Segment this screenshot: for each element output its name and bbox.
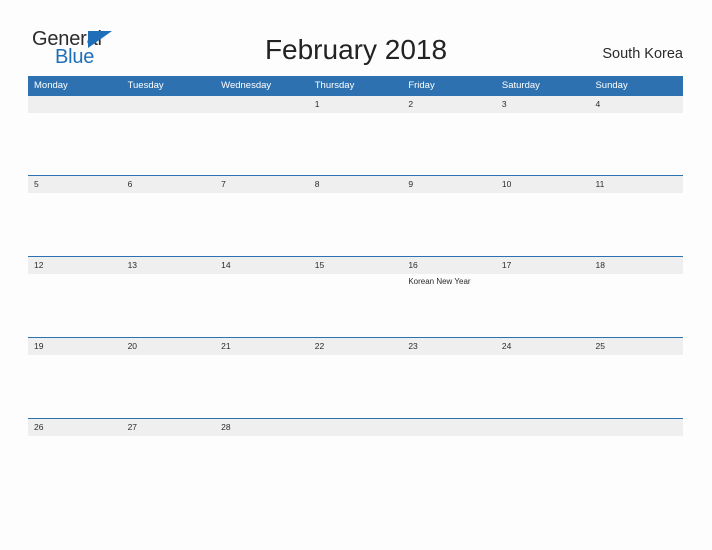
calendar-day-number[interactable]: 25 (589, 338, 683, 355)
calendar-day-cell[interactable] (122, 436, 216, 498)
calendar-day-number[interactable]: 4 (589, 96, 683, 113)
calendar-day-cell[interactable] (28, 355, 122, 417)
calendar-day-number[interactable]: 27 (122, 419, 216, 436)
calendar-day-cell[interactable] (496, 113, 590, 175)
calendar-day-cell[interactable] (589, 193, 683, 255)
calendar-day-number[interactable]: 21 (215, 338, 309, 355)
calendar-day-cell[interactable] (309, 355, 403, 417)
week-event-band (28, 355, 683, 417)
week-date-band: 5 6 7 8 9 10 11 (28, 176, 683, 193)
calendar-day-number[interactable]: 1 (309, 96, 403, 113)
week-event-band (28, 193, 683, 255)
calendar-day-cell[interactable] (28, 113, 122, 175)
weekday-header-thursday: Thursday (314, 80, 355, 91)
calendar-event-label: Korean New Year (408, 277, 471, 286)
week-date-band: 12 13 14 15 16 17 18 (28, 257, 683, 274)
calendar-day-cell[interactable] (28, 436, 122, 498)
calendar-day-number[interactable]: 12 (28, 257, 122, 274)
calendar-week-row: 1234 (28, 96, 683, 175)
calendar-day-cell[interactable] (309, 436, 403, 498)
calendar-week-row: 12 13 14 15 16 17 18 Korean New Year (28, 256, 683, 337)
calendar-day-cell[interactable] (496, 274, 590, 336)
weekday-header-wednesday: Wednesday (221, 80, 272, 91)
calendar-day-cell[interactable] (215, 436, 309, 498)
calendar-day-cell[interactable] (309, 113, 403, 175)
calendar-day-cell[interactable] (496, 193, 590, 255)
week-event-band: Korean New Year (28, 274, 683, 336)
calendar-day-empty (215, 96, 309, 113)
calendar-day-cell[interactable] (28, 193, 122, 255)
calendar-week-row: 26 27 28 (28, 418, 683, 499)
page-header: General Blue February 2018 South Korea (0, 0, 712, 76)
calendar-day-cell[interactable]: Korean New Year (402, 274, 496, 336)
calendar-day-cell[interactable] (122, 113, 216, 175)
calendar-day-empty (496, 419, 590, 436)
calendar-day-cell[interactable] (215, 274, 309, 336)
weekday-header-friday: Friday (408, 80, 435, 91)
week-date-band: 19 20 21 22 23 24 25 (28, 338, 683, 355)
calendar-day-cell[interactable] (589, 274, 683, 336)
calendar-day-number[interactable]: 14 (215, 257, 309, 274)
calendar-day-cell[interactable] (122, 274, 216, 336)
weekday-header-tuesday: Tuesday (127, 80, 164, 91)
calendar-week-row: 19 20 21 22 23 24 25 (28, 337, 683, 418)
calendar-table: Monday Tuesday Wednesday Thursday Friday Satu… (28, 76, 683, 499)
calendar-day-number[interactable]: 8 (309, 176, 403, 193)
calendar-day-cell[interactable] (402, 436, 496, 498)
calendar-day-number[interactable]: 3 (496, 96, 590, 113)
calendar-day-cell[interactable] (589, 436, 683, 498)
calendar-day-number[interactable]: 11 (589, 176, 683, 193)
calendar-day-cell[interactable] (496, 436, 590, 498)
weekday-header-sunday: Sunday (595, 80, 628, 91)
calendar-day-empty (28, 96, 122, 113)
calendar-day-number[interactable]: 7 (215, 176, 309, 193)
week-event-band (28, 436, 683, 498)
calendar-day-number[interactable]: 19 (28, 338, 122, 355)
calendar-day-empty (589, 419, 683, 436)
calendar-day-empty (402, 419, 496, 436)
calendar-weeks: 1 2 3 4 5 6 7 8 9 10 11 12 13 14 15 16 17 18 Korean New Ye… (28, 96, 683, 499)
calendar-day-number[interactable]: 9 (402, 176, 496, 193)
calendar-day-number[interactable]: 15 (309, 257, 403, 274)
calendar-day-number[interactable]: 26 (28, 419, 122, 436)
calendar-day-number[interactable]: 5 (28, 176, 122, 193)
weekday-header-row: Monday Tuesday Wednesday Thursday Friday Satu… (28, 76, 683, 96)
calendar-day-cell[interactable] (309, 274, 403, 336)
week-event-band (28, 113, 683, 175)
calendar-day-cell[interactable] (589, 113, 683, 175)
calendar-day-cell[interactable] (215, 355, 309, 417)
calendar-day-cell[interactable] (122, 355, 216, 417)
calendar-day-number[interactable]: 17 (496, 257, 590, 274)
calendar-day-cell[interactable] (215, 113, 309, 175)
calendar-day-number[interactable]: 6 (122, 176, 216, 193)
calendar-day-cell[interactable] (28, 274, 122, 336)
calendar-day-number[interactable]: 23 (402, 338, 496, 355)
calendar-day-number[interactable]: 20 (122, 338, 216, 355)
calendar-day-number[interactable]: 13 (122, 257, 216, 274)
week-date-band: 1234 (28, 96, 683, 113)
calendar-day-cell[interactable] (402, 355, 496, 417)
calendar-day-number[interactable]: 16 (402, 257, 496, 274)
calendar-day-number[interactable]: 2 (402, 96, 496, 113)
calendar-day-number[interactable]: 24 (496, 338, 590, 355)
calendar-day-cell[interactable] (309, 193, 403, 255)
calendar-day-cell[interactable] (215, 193, 309, 255)
calendar-day-number[interactable]: 28 (215, 419, 309, 436)
calendar-day-cell[interactable] (402, 193, 496, 255)
calendar-day-number[interactable]: 18 (589, 257, 683, 274)
calendar-day-cell[interactable] (402, 113, 496, 175)
calendar-day-cell[interactable] (122, 193, 216, 255)
calendar-week-row: 5 6 7 8 9 10 11 (28, 175, 683, 256)
weekday-header-monday: Monday (34, 80, 68, 91)
week-date-band: 26 27 28 (28, 419, 683, 436)
calendar-day-number[interactable]: 22 (309, 338, 403, 355)
calendar-day-empty (309, 419, 403, 436)
calendar-day-cell[interactable] (496, 355, 590, 417)
calendar-day-empty (122, 96, 216, 113)
calendar-day-cell[interactable] (589, 355, 683, 417)
calendar-day-number[interactable]: 10 (496, 176, 590, 193)
weekday-header-saturday: Saturday (501, 80, 540, 91)
region-label: South Korea (602, 46, 683, 62)
